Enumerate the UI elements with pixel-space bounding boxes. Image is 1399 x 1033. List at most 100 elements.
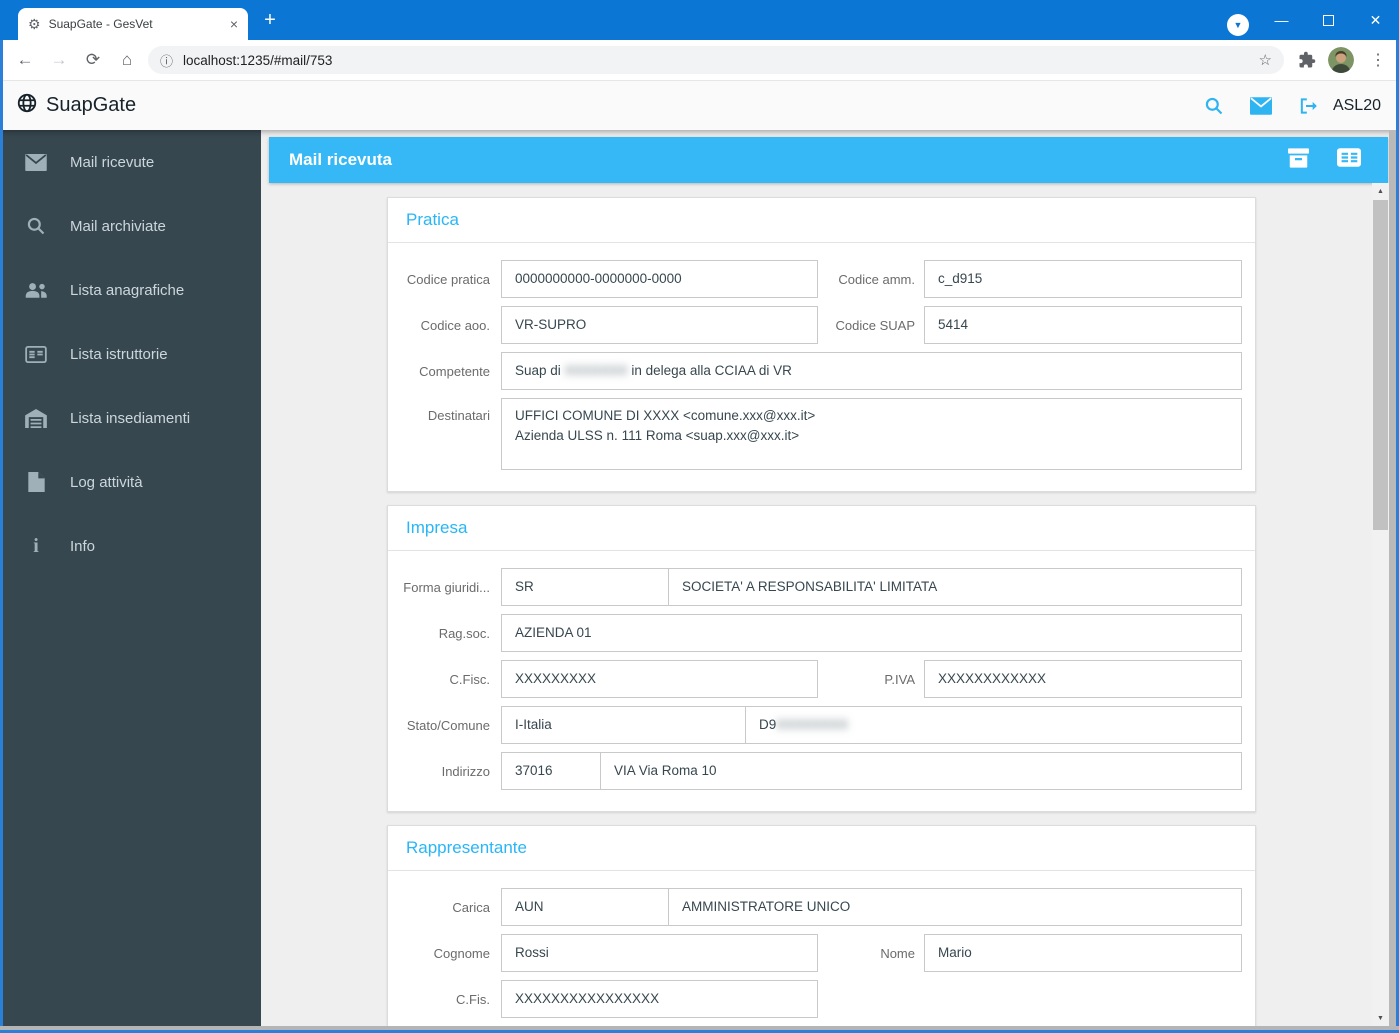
ragione-sociale-label: Rag.soc. [438,625,490,641]
sidebar-item-label: Lista istruttorie [70,345,168,363]
browser-menu-icon[interactable]: ⋮ [1370,50,1386,70]
scrollbar-thumb[interactable] [1373,200,1388,530]
codice-fiscale-label: C.Fisc. [449,671,490,687]
sidebar-item-label: Mail archiviate [70,217,166,235]
new-tab-button[interactable]: + [256,6,284,34]
stato-comune-label: Stato/Comune [406,717,490,733]
sidebar-item-mail-ricevute[interactable]: Mail ricevute [0,130,261,194]
field-row: Carica AUN AMMINISTRATORE UNICO [388,888,1255,926]
sidebar-item-mail-archiviate[interactable]: Mail archiviate [0,194,261,258]
scroll-area: Pratica Codice pratica 0000000000-000000… [261,183,1382,1026]
cfis-field[interactable]: XXXXXXXXXXXXXXXX [501,980,818,1018]
field-row: Rag.soc. AZIENDA 01 [388,614,1255,652]
tab-close-icon[interactable]: × [230,16,238,32]
via-field[interactable]: VIA Via Roma 10 [600,752,1242,790]
sidebar-item-lista-anagrafiche[interactable]: Lista anagrafiche [0,258,261,322]
stato-field[interactable]: I-Italia [501,706,746,744]
main-content: Mail ricevuta Pratica Codice pratica 000… [261,130,1399,1033]
redacted-text: XXXXXXX [564,363,628,378]
competente-label: Competente [419,363,490,379]
field-row: Codice aoo. VR-SUPRO Codice SUAP 5414 [388,306,1255,344]
forma-giuridica-code-field[interactable]: SR [501,568,669,606]
sidebar-item-label: Lista anagrafiche [70,281,185,299]
site-info-icon[interactable]: ⓘ [160,51,173,70]
info-icon: i [33,534,39,557]
section-rappresentante: Rappresentante Carica AUN AMMINISTRATORE… [387,825,1256,1026]
archive-icon[interactable] [1288,147,1309,173]
bookmark-star-icon[interactable]: ☆ [1259,51,1272,69]
home-icon[interactable]: ⌂ [110,50,144,70]
sidebar-item-lista-insediamenti[interactable]: Lista insediamenti [0,386,261,450]
sidebar-item-label: Info [70,537,96,555]
window-controls: — ✕ [1258,0,1399,40]
field-row: Competente Suap di XXXXXXX in delega all… [388,352,1255,390]
codice-amm-field[interactable]: c_d915 [924,260,1242,298]
mail-icon[interactable] [1249,96,1272,115]
comune-field[interactable]: D9XXXXXXXX [745,706,1242,744]
section-title: Rappresentante [406,838,527,857]
minimize-button[interactable]: — [1258,0,1305,40]
sidebar-item-label: Mail ricevute [70,153,155,171]
carica-desc-field[interactable]: AMMINISTRATORE UNICO [668,888,1242,926]
list-card-icon [23,345,49,363]
search-icon[interactable] [1204,96,1224,116]
field-row: C.Fisc. XXXXXXXXX P.IVA XXXXXXXXXXXX [388,660,1255,698]
gear-favicon-icon: ⚙ [28,16,41,32]
codice-fiscale-field[interactable]: XXXXXXXXX [501,660,818,698]
section-title: Impresa [406,518,468,537]
competente-prefix: Suap di [515,363,565,378]
ragione-sociale-field[interactable]: AZIENDA 01 [501,614,1242,652]
sidebar-item-lista-istruttorie[interactable]: Lista istruttorie [0,322,261,386]
logout-icon[interactable] [1298,96,1319,116]
browser-toolbar: ← → ⟳ ⌂ ⓘ localhost:1235/#mail/753 ☆ ⋮ [0,40,1399,81]
reload-icon[interactable]: ⟳ [76,50,110,70]
scroll-down-icon[interactable]: ▼ [1372,1010,1389,1026]
browser-tab[interactable]: ⚙ SuapGate - GesVet × [18,8,248,40]
piva-label: P.IVA [884,671,915,687]
codice-aoo-field[interactable]: VR-SUPRO [501,306,818,344]
comune-prefix: D9 [759,717,777,732]
magnifier-icon [23,216,49,236]
codice-aoo-label: Codice aoo. [420,317,490,333]
cfis-label: C.Fis. [456,991,490,1007]
competente-suffix: in delega alla CCIAA di VR [627,363,792,378]
cognome-field[interactable]: Rossi [501,934,818,972]
globe-icon [16,92,38,119]
window-frame-gutter [1389,130,1396,1030]
extensions-puzzle-icon[interactable] [1298,51,1316,69]
vertical-scrollbar[interactable]: ▲ ▼ [1372,183,1389,1026]
indirizzo-label: Indirizzo [441,763,490,779]
field-row: Indirizzo 37016 VIA Via Roma 10 [388,752,1255,790]
browser-update-icon[interactable]: ▼ [1227,14,1249,36]
destinatari-field[interactable]: UFFICI COMUNE DI XXXX <comune.xxx@xxx.it… [501,398,1242,470]
forward-icon[interactable]: → [42,50,76,70]
codice-amm-label: Codice amm. [838,271,915,287]
competente-field[interactable]: Suap di XXXXXXX in delega alla CCIAA di … [501,352,1242,390]
field-row: Destinatari UFFICI COMUNE DI XXXX <comun… [388,398,1255,470]
address-bar[interactable]: ⓘ localhost:1235/#mail/753 ☆ [148,46,1284,74]
field-row: C.Fis. XXXXXXXXXXXXXXXX [388,980,1255,1018]
back-icon[interactable]: ← [8,50,42,70]
field-row: Stato/Comune I-Italia D9XXXXXXXX [388,706,1255,744]
codice-pratica-field[interactable]: 0000000000-0000000-0000 [501,260,818,298]
url-text[interactable]: localhost:1235/#mail/753 [183,53,1259,68]
app-brand: SuapGate [16,92,136,119]
logged-user-label[interactable]: ASL20 [1333,97,1381,115]
detail-list-icon[interactable] [1337,147,1361,173]
sidebar-item-info[interactable]: i Info [0,514,261,578]
codice-suap-field[interactable]: 5414 [924,306,1242,344]
sidebar-item-log-attivita[interactable]: Log attività [0,450,261,514]
tab-title: SuapGate - GesVet [48,17,153,31]
field-row: Cognome Rossi Nome Mario [388,934,1255,972]
profile-avatar[interactable] [1328,47,1354,73]
nome-label: Nome [880,945,915,961]
cap-field[interactable]: 37016 [501,752,601,790]
carica-code-field[interactable]: AUN [501,888,669,926]
scroll-up-icon[interactable]: ▲ [1372,183,1389,199]
forma-giuridica-desc-field[interactable]: SOCIETA' A RESPONSABILITA' LIMITATA [668,568,1242,606]
close-button[interactable]: ✕ [1352,0,1399,40]
document-icon [23,472,49,492]
piva-field[interactable]: XXXXXXXXXXXX [924,660,1242,698]
maximize-button[interactable] [1305,0,1352,40]
nome-field[interactable]: Mario [924,934,1242,972]
